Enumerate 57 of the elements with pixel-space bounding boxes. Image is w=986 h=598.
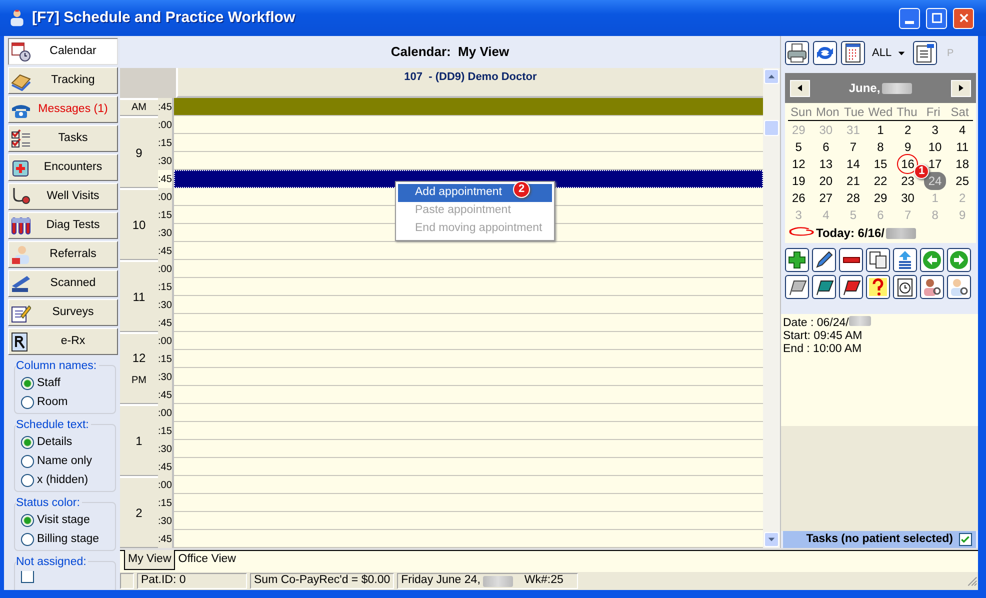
minute-label: :00 — [158, 262, 172, 276]
minute-label: :15 — [158, 136, 172, 150]
toolbar-label: P — [946, 46, 954, 60]
minute-label: :30 — [158, 442, 172, 456]
minute-label: :00 — [158, 190, 172, 204]
minute-label: :15 — [158, 280, 172, 294]
group-label: Not assigned: — [16, 554, 88, 572]
minute-label: :45 — [158, 100, 172, 114]
hour-label: 11 — [132, 288, 146, 306]
minute-label: :15 — [158, 424, 172, 438]
hour-label: 1 — [136, 432, 142, 450]
minute-label: :15 — [158, 496, 172, 510]
weekday-label: Wed — [867, 104, 894, 120]
window-title: [F7] Schedule and Practice Workflow — [32, 8, 296, 28]
minute-label: :30 — [158, 370, 172, 384]
detail-text: Date : 06/24/ — [783, 317, 849, 329]
number-badge: 2 — [513, 181, 530, 198]
minute-label: :45 — [158, 316, 172, 330]
weekday-label: Fri — [925, 104, 942, 120]
status-text: Friday June 24, — [401, 573, 480, 588]
weekday-label: Sun — [790, 104, 813, 120]
minute-label: :15 — [158, 352, 172, 366]
minute-label: :45 — [158, 172, 172, 186]
minute-label: :00 — [158, 478, 172, 492]
column-name: 107 - (DD9) Demo Doctor — [404, 71, 537, 83]
weekday-label: Mon — [814, 104, 840, 120]
detail-text: End : 10:00 AM — [783, 343, 862, 355]
status-text: Pat.ID: 0 — [141, 573, 186, 588]
hour-label: 2 — [136, 504, 142, 522]
minute-label: :30 — [158, 154, 172, 168]
weekday-label: Tue — [842, 104, 866, 120]
hour-label: 9 — [136, 144, 142, 162]
month-label: June, — [848, 80, 880, 97]
number-badge: 1 — [914, 164, 930, 179]
minute-label: :45 — [158, 460, 172, 474]
view-title: Calendar: My View — [390, 43, 510, 62]
minute-label: :45 — [158, 532, 172, 546]
minute-label: :45 — [158, 244, 172, 258]
meridiem-label: AM — [132, 101, 146, 115]
minute-label: :30 — [158, 514, 172, 528]
meridiem-label: PM — [132, 374, 146, 388]
tasks-label: Tasks (no patient selected) — [806, 532, 953, 547]
weekday-label: Thu — [896, 104, 918, 120]
minute-label: :30 — [158, 298, 172, 312]
hour-label: 12 — [132, 350, 146, 367]
hour-label: 10 — [132, 216, 146, 234]
minute-label: :00 — [158, 406, 172, 420]
minute-label: :15 — [158, 208, 172, 222]
weekday-label: Sat — [950, 104, 970, 120]
detail-text: Start: 09:45 AM — [783, 330, 862, 342]
minute-label: :00 — [158, 334, 172, 348]
today-label: Today: 6/16/ — [816, 225, 884, 242]
status-text: Sum Co-PayRec'd = $0.00 — [254, 573, 390, 588]
status-text: Wk#:25 — [524, 573, 564, 588]
minute-label: :00 — [158, 118, 172, 132]
minute-label: :30 — [158, 226, 172, 240]
minute-label: :45 — [158, 388, 172, 402]
